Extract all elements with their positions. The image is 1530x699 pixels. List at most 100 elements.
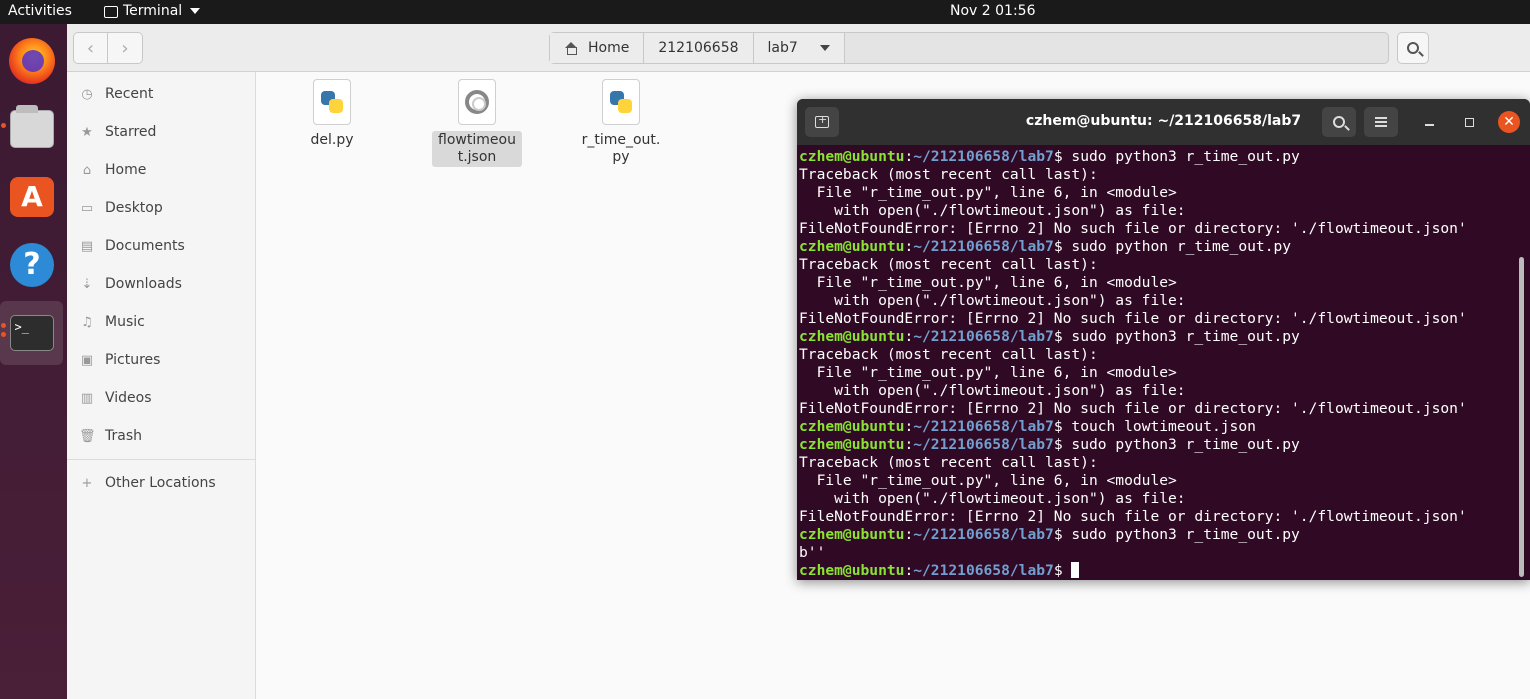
back-button[interactable]: ‹ xyxy=(74,33,108,63)
terminal-output-line: Traceback (most recent call last): xyxy=(799,346,1098,363)
dock-item-terminal[interactable]: >_ xyxy=(0,301,63,365)
sidebar-item-documents[interactable]: ▤ Documents xyxy=(79,228,185,264)
breadcrumb-lab7[interactable]: lab7 xyxy=(753,33,845,63)
nav-buttons: ‹ › xyxy=(73,32,143,64)
terminal-cursor xyxy=(1071,562,1080,578)
breadcrumb-home[interactable]: Home xyxy=(550,33,645,63)
command-text: sudo python3 r_time_out.py xyxy=(1071,328,1300,345)
terminal-header[interactable]: czhem@ubuntu: ~/212106658/lab7 ✕ xyxy=(797,99,1530,145)
terminal-search-button[interactable] xyxy=(1322,107,1356,137)
sidebar-divider xyxy=(67,459,255,460)
sidebar-item-label: Desktop xyxy=(105,200,163,216)
terminal-scrollbar[interactable] xyxy=(1519,257,1524,577)
breadcrumb-label: lab7 xyxy=(767,40,798,56)
terminal-window[interactable]: czhem@ubuntu: ~/212106658/lab7 ✕ czhem@u… xyxy=(797,99,1530,580)
desktop-icon: ▭ xyxy=(80,200,94,216)
terminal-output[interactable]: czhem@ubuntu:~/212106658/lab7$ sudo pyth… xyxy=(799,148,1519,580)
files-icon xyxy=(10,105,54,148)
terminal-output-line: Traceback (most recent call last): xyxy=(799,454,1098,471)
terminal-prompt-line: czhem@ubuntu:~/212106658/lab7$ touch low… xyxy=(799,418,1256,435)
clock[interactable]: Nov 2 01:56 xyxy=(950,3,1035,19)
file-name: del.py xyxy=(310,132,354,148)
file-item[interactable]: del.py xyxy=(287,79,377,150)
sidebar-item-other-locations[interactable]: + Other Locations xyxy=(79,465,216,501)
sidebar-item-label: Pictures xyxy=(105,352,161,368)
command-text: sudo python3 r_time_out.py xyxy=(1071,526,1300,543)
maximize-icon xyxy=(1464,117,1474,127)
terminal-output-line: with open("./flowtimeout.json") as file: xyxy=(799,202,1186,219)
sidebar-item-starred[interactable]: ★ Starred xyxy=(79,114,156,150)
file-name: r_time_out.py xyxy=(581,132,661,165)
dock-item-help[interactable]: ? xyxy=(6,236,58,294)
app-menu-label: Terminal xyxy=(123,3,183,19)
command-text: sudo python3 r_time_out.py xyxy=(1071,148,1300,165)
clock-icon: ◷ xyxy=(81,86,93,102)
path-bar: Home 212106658 lab7 xyxy=(549,32,1389,64)
breadcrumb-label: Home xyxy=(588,40,630,56)
sidebar-item-music[interactable]: ♫ Music xyxy=(79,304,145,340)
home-icon xyxy=(564,42,578,55)
pictures-icon: ▣ xyxy=(80,352,94,368)
file-item[interactable]: r_time_out.py xyxy=(576,79,666,167)
maximize-button[interactable] xyxy=(1458,111,1480,133)
prompt-path: ~/212106658/lab7 xyxy=(913,526,1054,543)
terminal-output-line: FileNotFoundError: [Errno 2] No such fil… xyxy=(799,400,1467,417)
close-icon: ✕ xyxy=(1498,111,1520,133)
sidebar-item-recent[interactable]: ◷ Recent xyxy=(79,76,153,112)
prompt-user: czhem@ubuntu xyxy=(799,562,905,579)
search-button[interactable] xyxy=(1397,32,1429,64)
file-item-selected[interactable]: flowtimeout.json xyxy=(432,79,522,167)
terminal-menu-button[interactable] xyxy=(1364,107,1398,137)
sidebar-item-label: Videos xyxy=(105,390,152,406)
dock-item-files[interactable] xyxy=(6,100,58,158)
prompt-path: ~/212106658/lab7 xyxy=(913,436,1054,453)
top-bar: Activities Terminal Nov 2 01:56 xyxy=(0,0,1530,24)
sidebar-item-label: Documents xyxy=(105,238,185,254)
sidebar-item-videos[interactable]: ▥ Videos xyxy=(79,380,152,416)
running-indicator xyxy=(1,332,6,337)
help-icon: ? xyxy=(10,243,54,287)
sidebar-item-pictures[interactable]: ▣ Pictures xyxy=(79,342,161,378)
caret-down-icon xyxy=(190,8,201,14)
forward-button[interactable]: › xyxy=(108,33,142,63)
plus-icon: + xyxy=(81,475,93,491)
prompt-path: ~/212106658/lab7 xyxy=(913,328,1054,345)
sidebar-item-label: Trash xyxy=(105,428,142,444)
dock: A ? >_ xyxy=(0,24,67,699)
files-header: ‹ › Home 212106658 lab7 xyxy=(67,24,1530,72)
dock-item-software[interactable]: A xyxy=(6,168,58,226)
search-icon xyxy=(1407,42,1419,54)
terminal-icon: >_ xyxy=(9,315,54,351)
sidebar-item-label: Downloads xyxy=(105,276,182,292)
sidebar-item-trash[interactable]: 🗑 Trash xyxy=(79,418,142,454)
breadcrumb-212106658[interactable]: 212106658 xyxy=(644,33,754,63)
terminal-output-line: with open("./flowtimeout.json") as file: xyxy=(799,292,1186,309)
terminal-prompt-line: czhem@ubuntu:~/212106658/lab7$ sudo pyth… xyxy=(799,436,1300,453)
minimize-icon xyxy=(1424,124,1434,126)
terminal-output-line: Traceback (most recent call last): xyxy=(799,256,1098,273)
prompt-user: czhem@ubuntu xyxy=(799,436,905,453)
terminal-prompt-line: czhem@ubuntu:~/212106658/lab7$ sudo pyth… xyxy=(799,148,1300,165)
new-tab-button[interactable] xyxy=(805,107,839,137)
sidebar-item-label: Music xyxy=(105,314,145,330)
app-menu[interactable]: Terminal xyxy=(104,3,201,19)
terminal-output-line: File "r_time_out.py", line 6, in <module… xyxy=(799,364,1177,381)
terminal-prompt-line: czhem@ubuntu:~/212106658/lab7$ sudo pyth… xyxy=(799,526,1300,543)
chevron-down-icon xyxy=(819,45,830,51)
activities-button[interactable]: Activities xyxy=(8,3,72,19)
sidebar-item-desktop[interactable]: ▭ Desktop xyxy=(79,190,163,226)
command-text: touch lowtimeout.json xyxy=(1071,418,1256,435)
minimize-button[interactable] xyxy=(1418,111,1440,133)
music-icon: ♫ xyxy=(81,314,93,330)
sidebar-item-downloads[interactable]: ⇣ Downloads xyxy=(79,266,182,302)
json-file-icon xyxy=(458,79,496,125)
running-indicator xyxy=(1,323,6,328)
prompt-user: czhem@ubuntu xyxy=(799,148,905,165)
terminal-output-line: Traceback (most recent call last): xyxy=(799,166,1098,183)
command-text: sudo python3 r_time_out.py xyxy=(1071,436,1300,453)
new-tab-icon xyxy=(815,113,829,128)
dock-item-firefox[interactable] xyxy=(6,32,58,90)
close-button[interactable]: ✕ xyxy=(1498,111,1520,133)
sidebar-item-home[interactable]: ⌂ Home xyxy=(79,152,146,188)
terminal-output-line: b'' xyxy=(799,544,826,561)
